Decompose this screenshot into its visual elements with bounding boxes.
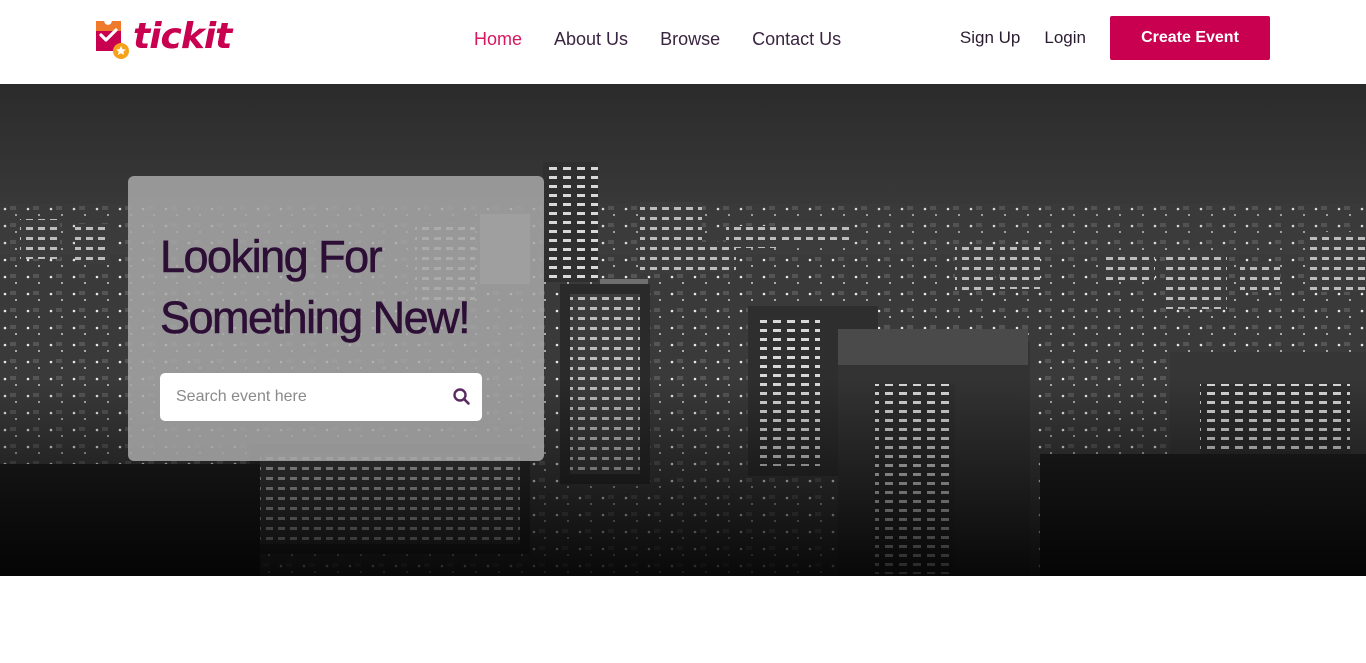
site-header: tickit Home About Us Browse Contact Us S… <box>0 0 1366 84</box>
main-nav: Home About Us Browse Contact Us <box>474 28 873 50</box>
nav-home[interactable]: Home <box>474 28 522 50</box>
create-event-button[interactable]: Create Event <box>1110 16 1270 60</box>
search-input[interactable] <box>160 373 440 421</box>
brand-logo[interactable]: tickit <box>95 16 232 60</box>
nav-about-us[interactable]: About Us <box>554 28 628 50</box>
hero-search-card: Looking For Something New! <box>128 176 544 461</box>
nav-contact-us[interactable]: Contact Us <box>752 28 841 50</box>
page-content-area <box>0 576 1366 663</box>
nav-browse[interactable]: Browse <box>660 28 720 50</box>
ticket-check-icon <box>95 17 131 59</box>
sign-up-link[interactable]: Sign Up <box>960 28 1020 48</box>
hero-headline: Looking For Something New! <box>160 231 471 344</box>
login-link[interactable]: Login <box>1044 28 1086 48</box>
search-icon[interactable] <box>452 387 472 407</box>
hero-section: Looking For Something New! <box>0 84 1366 576</box>
auth-links: Sign Up Login Create Event <box>960 16 1270 60</box>
search-box <box>160 373 482 421</box>
brand-name: tickit <box>133 16 232 57</box>
